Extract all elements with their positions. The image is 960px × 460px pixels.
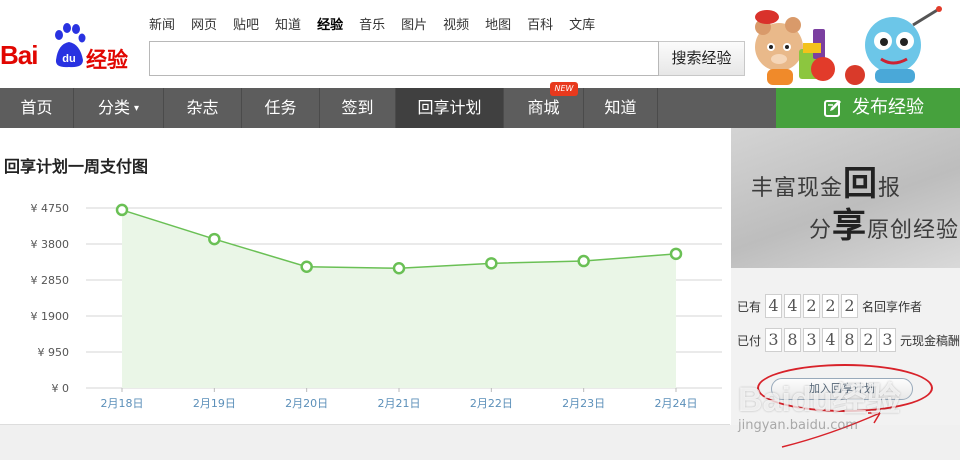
baidu-watermark: Baidu经验 xyxy=(738,381,901,419)
authors-pre-label: 已有 xyxy=(737,299,762,314)
main-nav-label: 分类 xyxy=(97,98,130,117)
page: Bai du 经验 新闻 网页 贴吧 知道 经验 音乐 图片 视频 地图 百科 … xyxy=(0,0,960,460)
y-tick-label: ¥ 950 xyxy=(38,346,70,359)
counter-digit: 8 xyxy=(784,328,802,352)
x-tick-label: 2月20日 xyxy=(285,397,328,410)
top-nav-item-current[interactable]: 经验 xyxy=(317,14,343,33)
main-nav-label: 回享计划 xyxy=(417,98,482,117)
paid-pre-label: 已付 xyxy=(737,333,762,348)
y-tick-label: ¥ 1900 xyxy=(31,310,70,323)
huixiang-banner: 丰富现金回报 分享原创经验 xyxy=(731,128,960,268)
x-tick-label: 2月19日 xyxy=(193,397,236,410)
main-nav-item-checkin[interactable]: 签到 xyxy=(320,88,396,128)
logo-product-text: 经验 xyxy=(86,48,128,72)
counter-digit: 4 xyxy=(765,294,783,318)
data-point xyxy=(300,260,313,273)
main-nav-label: 商城 xyxy=(527,98,560,117)
main-nav-item-category[interactable]: 分类 ▾ xyxy=(74,88,164,128)
x-tick-label: 2月23日 xyxy=(562,397,605,410)
x-tick-label: 2月18日 xyxy=(101,397,144,410)
top-nav-item[interactable]: 音乐 xyxy=(359,14,385,33)
x-tick-label: 2月21日 xyxy=(378,397,421,410)
baidu-paw-icon: du xyxy=(55,23,86,68)
data-point xyxy=(208,232,221,246)
y-tick-label: ¥ 2850 xyxy=(31,274,70,287)
authors-post-label: 名回享作者 xyxy=(862,299,923,314)
y-tick-label: ¥ 0 xyxy=(52,382,70,395)
x-tick-label: 2月24日 xyxy=(655,397,698,410)
edit-icon xyxy=(824,100,841,117)
paid-counter: 已付 3 8 3 4 8 2 3 元现金稿酬 xyxy=(737,328,960,352)
data-point xyxy=(115,203,129,217)
banner-text: 分 xyxy=(809,218,833,243)
counter-digit: 3 xyxy=(765,328,783,352)
top-nav-item[interactable]: 网页 xyxy=(191,14,217,33)
main-nav-item-home[interactable]: 首页 xyxy=(0,88,74,128)
main-nav-item-magazine[interactable]: 杂志 xyxy=(164,88,242,128)
data-point xyxy=(669,247,683,261)
counter-digit: 2 xyxy=(841,294,859,318)
main-nav-item-task[interactable]: 任务 xyxy=(242,88,320,128)
counter-digit: 4 xyxy=(822,328,840,352)
logo-bai-text: Bai xyxy=(0,40,38,70)
search-input[interactable] xyxy=(149,41,659,76)
main-nav-label: 首页 xyxy=(20,98,53,117)
y-tick-label: ¥ 3800 xyxy=(31,238,70,251)
main-nav: 首页 分类 ▾ 杂志 任务 签到 回享计划 商城 知道 xyxy=(0,88,776,128)
counter-digit: 4 xyxy=(784,294,802,318)
top-nav-item[interactable]: 文库 xyxy=(569,14,595,33)
banner-line-2: 分享原创经验 xyxy=(809,198,959,247)
search-button[interactable]: 搜索经验 xyxy=(659,41,745,76)
banner-big-char: 享 xyxy=(832,206,868,246)
payment-line-chart: ¥ 0 ¥ 950 ¥ 1900 ¥ 2850 ¥ 3800 ¥ 4750 2月18日 2月1… xyxy=(31,202,722,410)
main-nav-item-zhidao[interactable]: 知道 xyxy=(584,88,658,128)
top-nav-item[interactable]: 贴吧 xyxy=(233,14,259,33)
y-tick-label: ¥ 4750 xyxy=(31,202,70,215)
top-nav-item[interactable]: 百科 xyxy=(527,14,553,33)
top-nav-item[interactable]: 新闻 xyxy=(149,14,175,33)
mascot-illustration xyxy=(755,6,942,85)
main-nav-item-huixiang[interactable]: 回享计划 xyxy=(396,88,504,128)
counter-digit: 2 xyxy=(860,328,878,352)
main-nav-label: 杂志 xyxy=(186,98,219,117)
counter-digit: 8 xyxy=(841,328,859,352)
publish-button[interactable]: 发布经验 xyxy=(776,88,960,128)
authors-counter: 已有 4 4 2 2 2 名回享作者 xyxy=(737,294,922,318)
main-nav-label: 签到 xyxy=(341,98,374,117)
top-nav-item[interactable]: 视频 xyxy=(443,14,469,33)
banner-text: 原创经验 xyxy=(867,218,960,243)
chevron-down-icon: ▾ xyxy=(133,103,140,114)
counter-digit: 2 xyxy=(803,294,821,318)
data-point xyxy=(577,254,590,268)
counter-digit: 2 xyxy=(822,294,840,318)
top-nav-item[interactable]: 知道 xyxy=(275,14,301,33)
data-point xyxy=(392,262,406,275)
publish-label: 发布经验 xyxy=(852,97,924,118)
baidu-jingyan-logo[interactable]: Bai du 经验 xyxy=(0,22,140,74)
main-nav-label: 知道 xyxy=(604,98,637,117)
main-nav-label: 任务 xyxy=(264,98,297,117)
data-point xyxy=(485,257,498,270)
chart-title: 回享计划一周支付图 xyxy=(4,157,149,176)
counter-digit: 3 xyxy=(879,328,897,352)
watermark-url: jingyan.baidu.com xyxy=(738,418,858,433)
x-tick-label: 2月22日 xyxy=(470,397,513,410)
logo-du-text: du xyxy=(62,53,75,65)
paid-post-label: 元现金稿酬 xyxy=(900,333,960,348)
counter-digit: 3 xyxy=(803,328,821,352)
top-nav-item[interactable]: 图片 xyxy=(401,14,427,33)
new-badge: NEW xyxy=(550,82,578,96)
top-nav-item[interactable]: 地图 xyxy=(485,14,511,33)
top-nav: 新闻 网页 贴吧 知道 经验 音乐 图片 视频 地图 百科 文库 xyxy=(149,14,611,33)
